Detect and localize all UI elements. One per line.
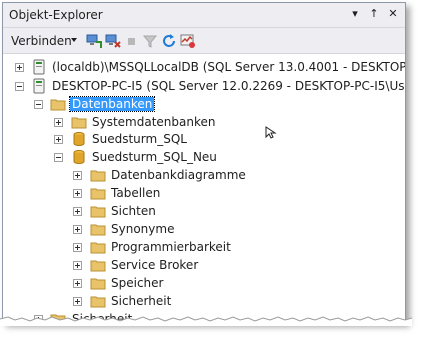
close-icon[interactable]: ✕ — [386, 7, 400, 21]
activity-monitor-icon[interactable] — [180, 33, 196, 49]
tree-node-label: Datenbanken — [68, 96, 156, 112]
filter-icon — [142, 35, 158, 48]
expand-icon[interactable] — [73, 171, 82, 180]
expand-icon[interactable] — [73, 243, 82, 252]
tree-node-label: DESKTOP-PC-I5 (SQL Server 12.0.2269 - DE… — [52, 79, 406, 93]
expand-icon[interactable] — [15, 63, 24, 72]
database-icon — [73, 132, 85, 146]
tree-node-label: Suedsturm_SQL_Neu — [92, 150, 217, 164]
database-icon — [73, 150, 85, 164]
refresh-icon[interactable] — [161, 33, 177, 49]
folder-icon — [90, 242, 106, 254]
tree-node-label: Tabellen — [111, 186, 161, 200]
collapse-icon[interactable] — [54, 153, 63, 162]
expand-icon[interactable] — [73, 261, 82, 270]
title-bar: Objekt-Explorer ▾ ↑ ✕ — [3, 3, 405, 28]
connect-icon[interactable] — [86, 33, 102, 49]
server-icon — [33, 78, 45, 94]
auto-hide-pin-icon[interactable]: ↑ — [367, 7, 381, 21]
folder-icon — [90, 188, 106, 200]
tree-node-label: Datenbankdiagramme — [111, 168, 246, 182]
panel-title: Objekt-Explorer — [9, 8, 103, 22]
window-position-dropdown[interactable]: ▾ — [348, 7, 362, 21]
expand-icon[interactable] — [54, 135, 63, 144]
expand-icon[interactable] — [73, 207, 82, 216]
expand-icon[interactable] — [54, 118, 63, 127]
folder-icon — [90, 170, 106, 182]
tree-node-label: Sichten — [111, 204, 156, 218]
tree-node-label: Sicherheit — [111, 294, 172, 308]
mouse-cursor-icon — [265, 126, 277, 139]
expand-icon[interactable] — [73, 189, 82, 198]
expand-icon[interactable] — [73, 279, 82, 288]
object-explorer-window: Objekt-Explorer ▾ ↑ ✕ Verbinden (localdb… — [2, 2, 406, 323]
collapse-icon[interactable] — [34, 100, 43, 109]
folder-icon — [90, 278, 106, 290]
object-tree: (localdb)\MSSQLLocalDB (SQL Server 13.0.… — [3, 54, 405, 322]
disconnect-icon[interactable] — [105, 33, 121, 49]
tree-node-label: Suedsturm_SQL — [92, 132, 187, 146]
folder-icon — [90, 206, 106, 218]
stop-icon — [128, 38, 135, 45]
connect-button[interactable]: Verbinden — [11, 34, 72, 48]
expand-icon[interactable] — [73, 225, 82, 234]
expand-icon[interactable] — [73, 297, 82, 306]
tree-node-label: (localdb)\MSSQLLocalDB (SQL Server 13.0.… — [52, 60, 406, 74]
folder-icon — [71, 117, 87, 129]
tree-node-label: Speicher — [111, 276, 164, 290]
toolbar: Verbinden — [3, 28, 405, 54]
folder-icon — [90, 224, 106, 236]
folder-icon — [90, 296, 106, 308]
torn-edge-decoration — [0, 316, 412, 326]
collapse-icon[interactable] — [15, 82, 24, 91]
connect-dropdown-icon[interactable] — [71, 38, 77, 42]
tree-node-label: Systemdatenbanken — [92, 115, 216, 129]
folder-icon — [90, 260, 106, 272]
tree-node-label: Service Broker — [111, 258, 199, 272]
folder-icon — [50, 99, 66, 111]
tree-node-label: Programmierbarkeit — [111, 240, 231, 254]
server-icon — [33, 59, 45, 75]
tree-node-label: Synonyme — [111, 222, 175, 236]
